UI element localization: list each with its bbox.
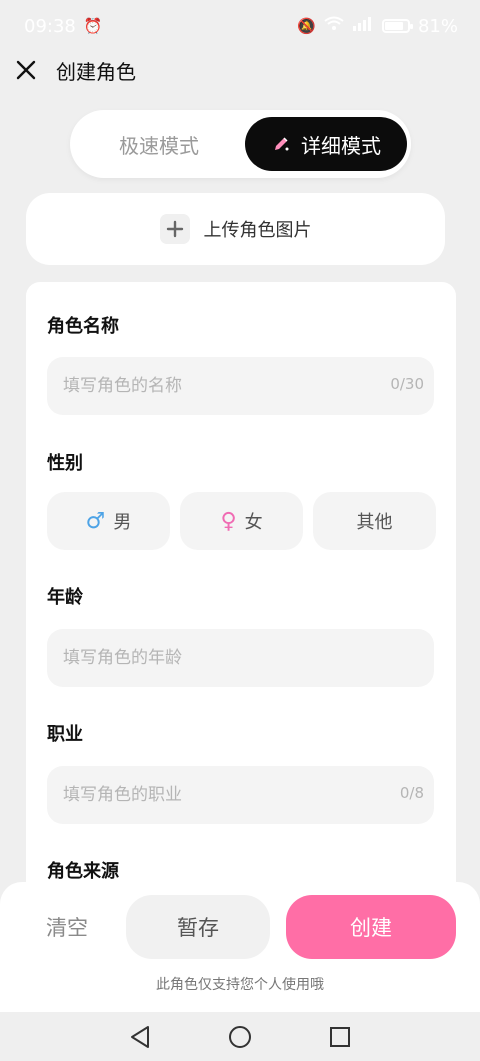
name-input[interactable] [47, 357, 434, 415]
job-counter: 0/8 [399, 784, 424, 802]
mute-icon: 🔕 [297, 17, 316, 35]
status-time: 09:38 [24, 15, 76, 37]
status-bar: 09:38 ⏰ 🔕 81% [0, 0, 480, 52]
nav-back-button[interactable] [125, 1022, 155, 1052]
upload-label: 上传角色图片 [203, 220, 312, 241]
alarm-icon: ⏰ [83, 17, 103, 35]
close-button[interactable] [12, 56, 40, 84]
character-form: 角色名称 0/30 性别 ♂ 男 ♀ 女 其他 年龄 职业 0/8 角色来源 [26, 282, 456, 942]
mode-switch: 极速模式 详细模式 [70, 110, 411, 178]
source-label: 角色来源 [47, 861, 119, 882]
nav-recents-button[interactable] [325, 1022, 355, 1052]
tab-detail-mode-label: 详细模式 [301, 133, 381, 158]
female-icon: ♀ [220, 508, 237, 534]
signal-icon [352, 16, 374, 36]
save-draft-button[interactable]: 暂存 [126, 895, 270, 959]
status-left: 09:38 ⏰ [24, 16, 103, 37]
job-input[interactable] [47, 766, 434, 824]
recents-square-icon [330, 1026, 350, 1047]
tab-fast-mode[interactable]: 极速模式 [74, 117, 244, 171]
nav-home-button[interactable] [225, 1022, 255, 1052]
age-input[interactable] [47, 629, 434, 687]
back-triangle-icon [131, 1025, 149, 1048]
battery-percent: 81% [417, 15, 458, 37]
create-button[interactable]: 创建 [286, 895, 456, 959]
wifi-icon [324, 16, 344, 36]
upload-image-button[interactable]: 上传角色图片 [26, 193, 445, 265]
battery-icon [381, 19, 413, 33]
clear-button[interactable]: 清空 [46, 912, 88, 942]
name-label: 角色名称 [47, 316, 119, 337]
gender-options: ♂ 男 ♀ 女 其他 [47, 492, 436, 550]
tab-fast-mode-label: 极速模式 [119, 133, 199, 158]
pencil-icon [275, 137, 289, 151]
gender-male-button[interactable]: ♂ 男 [47, 492, 170, 550]
male-icon: ♂ [85, 508, 106, 534]
gender-male-label: 男 [113, 512, 132, 533]
gender-label: 性别 [47, 453, 83, 474]
gender-other-button[interactable]: 其他 [313, 492, 436, 550]
header: 创建角色 [0, 52, 480, 88]
bottom-action-bar: 清空 暂存 创建 此角色仅支持您个人使用哦 [0, 882, 480, 1012]
tab-detail-mode[interactable]: 详细模式 [245, 117, 407, 171]
name-counter: 0/30 [390, 375, 424, 393]
job-label: 职业 [47, 724, 83, 745]
plus-icon [159, 214, 190, 244]
gender-female-label: 女 [244, 512, 263, 533]
age-label: 年龄 [47, 587, 83, 608]
close-icon [16, 60, 36, 80]
page-title: 创建角色 [56, 59, 136, 84]
battery-level [384, 22, 403, 30]
gender-other-label: 其他 [356, 512, 393, 533]
status-right: 🔕 81% [297, 16, 458, 37]
system-nav-bar [0, 1012, 480, 1061]
gender-female-button[interactable]: ♀ 女 [180, 492, 303, 550]
usage-notice: 此角色仅支持您个人使用哦 [156, 977, 324, 993]
home-circle-icon [229, 1025, 251, 1048]
